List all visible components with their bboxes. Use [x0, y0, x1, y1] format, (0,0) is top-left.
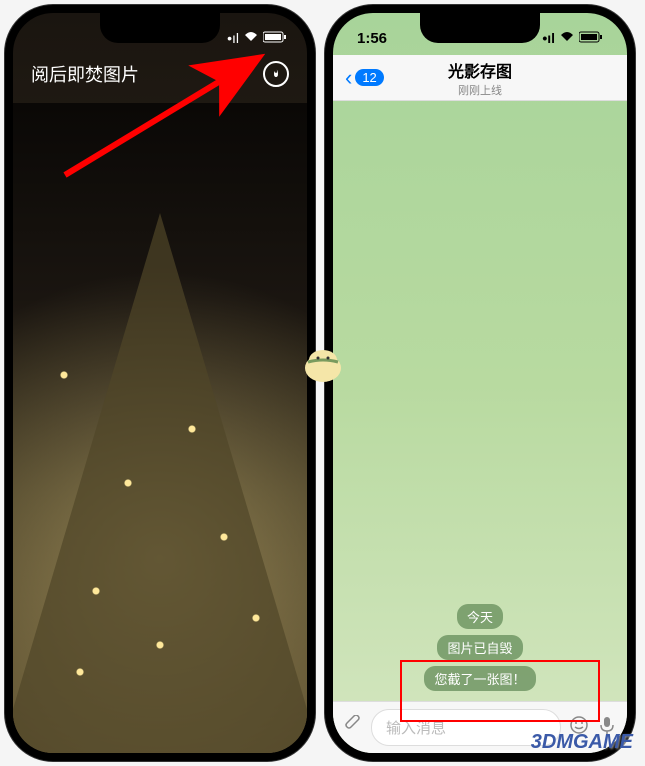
mascot-overlay: [298, 340, 348, 390]
chat-body[interactable]: 今天 图片已自毁 您截了一张图！: [333, 101, 627, 701]
status-time: 1:56: [357, 30, 387, 47]
chevron-left-icon: ‹: [345, 65, 352, 91]
wifi-icon: [243, 30, 259, 46]
phone-screen-right: 1:56 •ıl ‹ 12 光影存图 刚刚: [333, 13, 627, 753]
attachment-icon[interactable]: [343, 715, 363, 741]
watermark: 3DMGAME: [531, 731, 633, 754]
signal-icon: •ıl: [227, 30, 239, 46]
phone-right: 1:56 •ıl ‹ 12 光影存图 刚刚: [325, 5, 635, 761]
system-message: 图片已自毁: [437, 635, 522, 660]
notch: [420, 13, 540, 43]
back-button[interactable]: ‹ 12: [345, 65, 384, 91]
signal-icon: •ıl: [542, 30, 555, 46]
notch: [100, 13, 220, 43]
unread-badge: 12: [355, 69, 383, 86]
battery-icon: [263, 30, 287, 46]
system-message: 您截了一张图！: [424, 666, 535, 691]
photo-content[interactable]: [13, 103, 307, 753]
battery-icon: [579, 30, 603, 46]
chat-title[interactable]: 光影存图: [448, 58, 512, 82]
wifi-icon: [559, 30, 575, 46]
phone-screen-left: •ıl 阅后即焚图片: [13, 13, 307, 753]
chat-subtitle: 刚刚上线: [448, 82, 512, 98]
fire-timer-icon[interactable]: [263, 61, 289, 87]
phone-left: •ıl 阅后即焚图片: [5, 5, 315, 761]
self-destruct-title: 阅后即焚图片: [31, 61, 139, 87]
chat-header: ‹ 12 光影存图 刚刚上线: [333, 55, 627, 101]
date-separator: 今天: [457, 604, 503, 629]
